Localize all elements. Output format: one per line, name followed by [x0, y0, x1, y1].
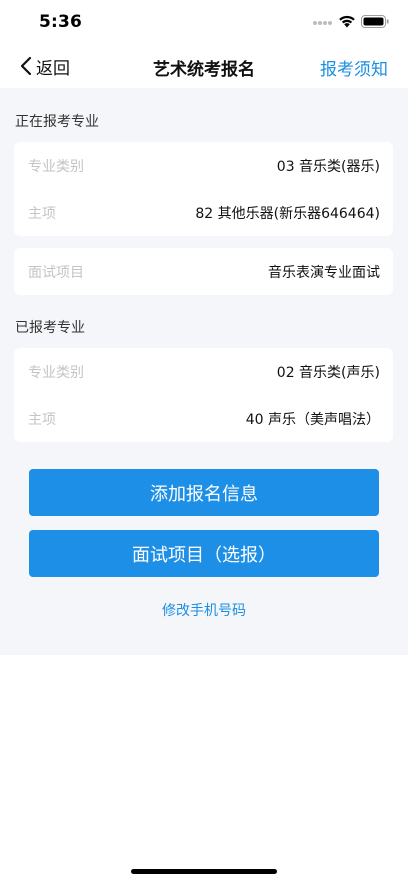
screen: 5:36 返回 艺术统考报名 报考须知 正在报考专业 专业类别 03 音乐类(器…: [0, 0, 408, 883]
interview-select-button[interactable]: 面试项目（选报）: [29, 530, 379, 577]
battery-icon: [361, 15, 389, 28]
registered-category-value: 02 音乐类(声乐): [276, 365, 380, 381]
registration-notice-link[interactable]: 报考须知: [320, 55, 388, 80]
interview-label: 面试项目: [28, 265, 84, 281]
current-category-row: 专业类别 03 音乐类(器乐): [14, 142, 393, 189]
interview-row: 面试项目 音乐表演专业面试: [14, 248, 393, 295]
current-main-label: 主项: [28, 206, 56, 222]
wifi-icon: [339, 15, 355, 28]
current-category-label: 专业类别: [28, 159, 84, 175]
registered-section-title: 已报考专业: [15, 320, 85, 336]
registered-main-label: 主项: [28, 412, 56, 428]
interview-value: 音乐表演专业面试: [268, 265, 380, 281]
current-category-value: 03 音乐类(器乐): [276, 159, 380, 175]
content-area: 正在报考专业 专业类别 03 音乐类(器乐) 主项 82 其他乐器(新乐器646…: [0, 88, 408, 655]
registered-main-value: 40 声乐（美声唱法）: [245, 412, 380, 428]
registered-category-row: 专业类别 02 音乐类(声乐): [14, 348, 393, 395]
back-button[interactable]: 返回: [20, 54, 70, 79]
chevron-left-icon: [20, 56, 32, 76]
interview-card: 面试项目 音乐表演专业面试: [14, 248, 393, 295]
navigation-bar: 返回 艺术统考报名 报考须知: [0, 44, 408, 88]
add-registration-button[interactable]: 添加报名信息: [29, 469, 379, 516]
registered-main-row: 主项 40 声乐（美声唱法）: [14, 395, 393, 442]
current-main-value: 82 其他乐器(新乐器646464): [195, 206, 380, 222]
status-bar: 5:36: [0, 0, 408, 44]
cellular-signal-icon: [313, 21, 333, 27]
registered-major-card: 专业类别 02 音乐类(声乐) 主项 40 声乐（美声唱法）: [14, 348, 393, 442]
change-phone-link[interactable]: 修改手机号码: [0, 600, 408, 620]
current-main-row: 主项 82 其他乐器(新乐器646464): [14, 189, 393, 236]
status-time: 5:36: [39, 12, 83, 32]
current-section-title: 正在报考专业: [15, 114, 99, 130]
back-label: 返回: [36, 58, 70, 79]
registered-category-label: 专业类别: [28, 365, 84, 381]
home-indicator: [131, 869, 277, 874]
current-major-card: 专业类别 03 音乐类(器乐) 主项 82 其他乐器(新乐器646464): [14, 142, 393, 236]
